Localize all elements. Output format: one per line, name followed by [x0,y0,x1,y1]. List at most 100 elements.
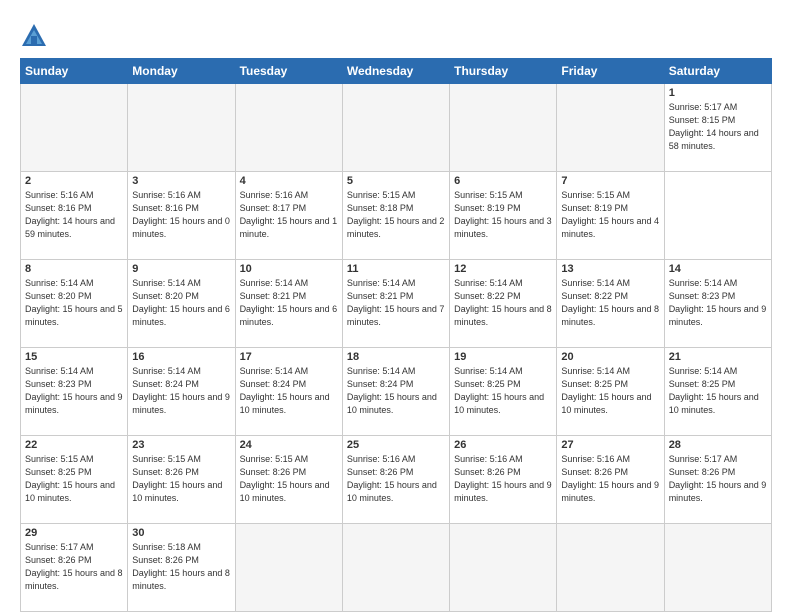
cell-info: Sunrise: 5:14 AMSunset: 8:24 PMDaylight:… [347,365,445,417]
day-number: 28 [669,439,767,451]
calendar-day-cell: 19 Sunrise: 5:14 AMSunset: 8:25 PMDayligh… [450,348,557,436]
calendar-empty-cell [450,524,557,612]
day-number: 29 [25,527,123,539]
page: SundayMondayTuesdayWednesdayThursdayFrid… [0,0,792,612]
calendar-week-row: 22 Sunrise: 5:15 AMSunset: 8:25 PMDayligh… [21,436,772,524]
cell-info: Sunrise: 5:15 AMSunset: 8:25 PMDaylight:… [25,453,123,505]
cell-info: Sunrise: 5:15 AMSunset: 8:19 PMDaylight:… [454,189,552,241]
cell-info: Sunrise: 5:16 AMSunset: 8:16 PMDaylight:… [25,189,123,241]
calendar-day-cell: 3 Sunrise: 5:16 AMSunset: 8:16 PMDaylight… [128,172,235,260]
cell-info: Sunrise: 5:14 AMSunset: 8:25 PMDaylight:… [561,365,659,417]
day-number: 4 [240,175,338,187]
calendar-week-row: 2 Sunrise: 5:16 AMSunset: 8:16 PMDaylight… [21,172,772,260]
calendar-day-cell: 20 Sunrise: 5:14 AMSunset: 8:25 PMDayligh… [557,348,664,436]
day-number: 12 [454,263,552,275]
cell-info: Sunrise: 5:16 AMSunset: 8:26 PMDaylight:… [561,453,659,505]
calendar-header-sunday: Sunday [21,59,128,84]
calendar-day-cell: 6 Sunrise: 5:15 AMSunset: 8:19 PMDaylight… [450,172,557,260]
calendar-empty-cell [664,524,771,612]
cell-info: Sunrise: 5:14 AMSunset: 8:25 PMDaylight:… [454,365,552,417]
day-number: 19 [454,351,552,363]
cell-info: Sunrise: 5:14 AMSunset: 8:21 PMDaylight:… [347,277,445,329]
calendar-day-cell: 15 Sunrise: 5:14 AMSunset: 8:23 PMDayligh… [21,348,128,436]
calendar-empty-cell [342,524,449,612]
calendar-day-cell: 17 Sunrise: 5:14 AMSunset: 8:24 PMDayligh… [235,348,342,436]
day-number: 26 [454,439,552,451]
calendar-week-row: 15 Sunrise: 5:14 AMSunset: 8:23 PMDayligh… [21,348,772,436]
calendar-week-row: 1 Sunrise: 5:17 AMSunset: 8:15 PMDaylight… [21,84,772,172]
calendar-day-cell: 25Sunrise: 5:16 AMSunset: 8:26 PMDayligh… [342,436,449,524]
day-number: 24 [240,439,338,451]
calendar-header-wednesday: Wednesday [342,59,449,84]
cell-info: Sunrise: 5:15 AMSunset: 8:19 PMDaylight:… [561,189,659,241]
calendar-day-cell: 28 Sunrise: 5:17 AMSunset: 8:26 PMDayligh… [664,436,771,524]
day-number: 8 [25,263,123,275]
cell-info: Sunrise: 5:15 AMSunset: 8:26 PMDaylight:… [240,453,338,505]
calendar-day-cell: 23 Sunrise: 5:15 AMSunset: 8:26 PMDayligh… [128,436,235,524]
calendar-day-cell: 10Sunrise: 5:14 AMSunset: 8:21 PMDayligh… [235,260,342,348]
cell-info: Sunrise: 5:16 AMSunset: 8:26 PMDaylight:… [347,453,445,505]
day-number: 1 [669,87,767,99]
cell-info: Sunrise: 5:14 AMSunset: 8:22 PMDaylight:… [561,277,659,329]
calendar-day-cell: 21Sunrise: 5:14 AMSunset: 8:25 PMDayligh… [664,348,771,436]
calendar-empty-cell [557,84,664,172]
cell-info: Sunrise: 5:15 AMSunset: 8:18 PMDaylight:… [347,189,445,241]
calendar-day-cell: 12 Sunrise: 5:14 AMSunset: 8:22 PMDayligh… [450,260,557,348]
calendar-day-cell: 7Sunrise: 5:15 AMSunset: 8:19 PMDaylight… [557,172,664,260]
day-number: 17 [240,351,338,363]
cell-info: Sunrise: 5:15 AMSunset: 8:26 PMDaylight:… [132,453,230,505]
cell-info: Sunrise: 5:14 AMSunset: 8:22 PMDaylight:… [454,277,552,329]
day-number: 14 [669,263,767,275]
cell-info: Sunrise: 5:14 AMSunset: 8:20 PMDaylight:… [25,277,123,329]
calendar-empty-cell [450,84,557,172]
day-number: 20 [561,351,659,363]
calendar-day-cell: 24 Sunrise: 5:15 AMSunset: 8:26 PMDayligh… [235,436,342,524]
cell-info: Sunrise: 5:17 AMSunset: 8:15 PMDaylight:… [669,101,767,153]
day-number: 6 [454,175,552,187]
calendar-empty-cell [235,524,342,612]
cell-info: Sunrise: 5:14 AMSunset: 8:24 PMDaylight:… [132,365,230,417]
calendar-day-cell: 9Sunrise: 5:14 AMSunset: 8:20 PMDaylight… [128,260,235,348]
logo [20,22,52,50]
calendar-header-monday: Monday [128,59,235,84]
logo-icon [20,22,48,50]
day-number: 11 [347,263,445,275]
day-number: 2 [25,175,123,187]
calendar-header-tuesday: Tuesday [235,59,342,84]
day-number: 3 [132,175,230,187]
calendar-day-cell: 16 Sunrise: 5:14 AMSunset: 8:24 PMDayligh… [128,348,235,436]
cell-info: Sunrise: 5:17 AMSunset: 8:26 PMDaylight:… [669,453,767,505]
calendar-empty-cell [557,524,664,612]
calendar-day-cell: 1 Sunrise: 5:17 AMSunset: 8:15 PMDaylight… [664,84,771,172]
calendar-day-cell: 30 Sunrise: 5:18 AMSunset: 8:26 PMDayligh… [128,524,235,612]
calendar-header-thursday: Thursday [450,59,557,84]
day-number: 16 [132,351,230,363]
day-number: 5 [347,175,445,187]
cell-info: Sunrise: 5:17 AMSunset: 8:26 PMDaylight:… [25,541,123,593]
day-number: 15 [25,351,123,363]
header [20,18,772,50]
calendar-week-row: 8 Sunrise: 5:14 AMSunset: 8:20 PMDaylight… [21,260,772,348]
calendar-header-row: SundayMondayTuesdayWednesdayThursdayFrid… [21,59,772,84]
calendar-day-cell: 13 Sunrise: 5:14 AMSunset: 8:22 PMDayligh… [557,260,664,348]
day-number: 18 [347,351,445,363]
cell-info: Sunrise: 5:16 AMSunset: 8:17 PMDaylight:… [240,189,338,241]
calendar-day-cell: 2 Sunrise: 5:16 AMSunset: 8:16 PMDaylight… [21,172,128,260]
cell-info: Sunrise: 5:14 AMSunset: 8:23 PMDaylight:… [25,365,123,417]
calendar-day-cell: 8 Sunrise: 5:14 AMSunset: 8:20 PMDaylight… [21,260,128,348]
cell-info: Sunrise: 5:16 AMSunset: 8:16 PMDaylight:… [132,189,230,241]
day-number: 23 [132,439,230,451]
day-number: 30 [132,527,230,539]
day-number: 13 [561,263,659,275]
calendar-header-friday: Friday [557,59,664,84]
day-number: 21 [669,351,767,363]
cell-info: Sunrise: 5:14 AMSunset: 8:24 PMDaylight:… [240,365,338,417]
cell-info: Sunrise: 5:16 AMSunset: 8:26 PMDaylight:… [454,453,552,505]
cell-info: Sunrise: 5:18 AMSunset: 8:26 PMDaylight:… [132,541,230,593]
day-number: 22 [25,439,123,451]
calendar-week-row: 29 Sunrise: 5:17 AMSunset: 8:26 PMDayligh… [21,524,772,612]
calendar-day-cell: 14Sunrise: 5:14 AMSunset: 8:23 PMDayligh… [664,260,771,348]
calendar-day-cell: 4 Sunrise: 5:16 AMSunset: 8:17 PMDaylight… [235,172,342,260]
day-number: 27 [561,439,659,451]
calendar-day-cell: 27 Sunrise: 5:16 AMSunset: 8:26 PMDayligh… [557,436,664,524]
